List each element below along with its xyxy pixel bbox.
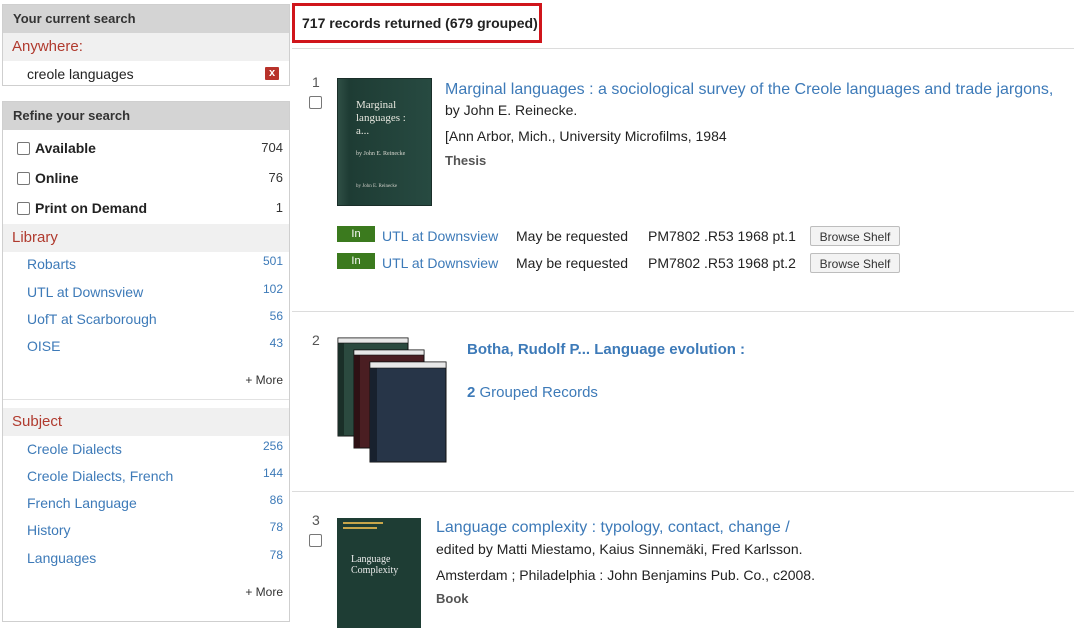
current-search-heading: Your current search: [3, 5, 289, 33]
search-term: creole languages x: [3, 63, 289, 85]
facet-label: Print on Demand: [35, 200, 148, 216]
facet-label[interactable]: OISE: [27, 338, 60, 354]
facet-count: 76: [268, 170, 283, 185]
facet-label: Available: [35, 140, 96, 156]
browse-shelf-button[interactable]: Browse Shelf: [810, 226, 900, 246]
current-search-panel: Your current search Anywhere: creole lan…: [2, 4, 290, 86]
cover-header-lines: [343, 522, 383, 524]
record-select-checkbox[interactable]: [309, 96, 322, 109]
facet-print-on-demand[interactable]: Print on Demand 1: [15, 198, 283, 222]
facet-available[interactable]: Available 704: [15, 138, 283, 162]
facet-count: 102: [262, 282, 283, 296]
record-author: by John E. Reinecke.: [445, 102, 578, 118]
cover-author: by John E. Reinecke: [356, 151, 406, 157]
header-divider: [292, 48, 1074, 49]
subject-more-link[interactable]: + More: [245, 585, 283, 599]
facet-label[interactable]: Creole Dialects, French: [27, 468, 173, 484]
status-badge: In: [337, 253, 375, 269]
record-select-checkbox[interactable]: [309, 534, 322, 547]
library-more-link[interactable]: + More: [245, 373, 283, 387]
facet-library-robarts[interactable]: Robarts 501: [27, 254, 283, 276]
facet-label: Online: [35, 170, 79, 186]
cover-title: Marginal languages : a...: [356, 99, 406, 137]
record-number: 1: [312, 74, 320, 90]
remove-term-icon[interactable]: x: [265, 67, 279, 80]
record-format: Thesis: [445, 153, 487, 168]
facet-library-scarborough[interactable]: UofT at Scarborough 56: [27, 309, 283, 331]
cover-header-lines: [343, 527, 377, 529]
book-cover-image[interactable]: Marginal languages : a... by John E. Rei…: [337, 78, 432, 206]
available-checkbox[interactable]: [17, 142, 30, 155]
refine-panel: Refine your search Available 704 Online …: [2, 101, 290, 622]
holding-call-number: PM7802 .R53 1968 pt.2: [648, 255, 796, 271]
cover-title: Language Complexity: [351, 554, 399, 576]
holding-location-link[interactable]: UTL at Downsview: [382, 255, 498, 271]
book-cover-image[interactable]: Language Complexity: [337, 518, 421, 628]
facet-label[interactable]: UTL at Downsview: [27, 284, 143, 300]
facet-label[interactable]: Robarts: [27, 256, 76, 272]
results-count: 717 records returned (679 grouped): [292, 3, 542, 43]
library-heading: Library: [3, 224, 289, 252]
section-divider: [3, 399, 289, 400]
facet-count: 43: [269, 336, 283, 350]
record-author: edited by Matti Miestamo, Kaius Sinnemäk…: [436, 541, 803, 557]
record-format: Book: [436, 591, 469, 606]
facet-label[interactable]: UofT at Scarborough: [27, 311, 157, 327]
record-number: 2: [312, 332, 320, 348]
holding-location-link[interactable]: UTL at Downsview: [382, 228, 498, 244]
sidebar: Your current search Anywhere: creole lan…: [0, 0, 292, 622]
facet-count: 501: [262, 254, 283, 268]
anywhere-label: Anywhere:: [3, 33, 289, 61]
facet-online[interactable]: Online 76: [15, 168, 283, 192]
facet-count: 1: [275, 200, 283, 215]
grouped-label: Grouped Records: [479, 384, 598, 401]
record-divider: [292, 491, 1074, 492]
online-checkbox[interactable]: [17, 172, 30, 185]
facet-count: 86: [269, 493, 283, 507]
facet-label[interactable]: Creole Dialects: [27, 441, 122, 457]
results-area: 717 records returned (679 grouped) 1 Mar…: [292, 0, 1074, 628]
browse-shelf-button[interactable]: Browse Shelf: [810, 253, 900, 273]
facet-count: 78: [269, 520, 283, 534]
record-title-link[interactable]: Botha, Rudolf P... Language evolution :: [467, 341, 745, 358]
search-term-text: creole languages: [27, 66, 134, 82]
facet-count: 144: [262, 466, 283, 480]
facet-count: 256: [262, 439, 283, 453]
facet-subject-creole-dialects[interactable]: Creole Dialects 256: [27, 439, 283, 461]
holding-note: May be requested: [516, 255, 629, 271]
print-on-demand-checkbox[interactable]: [17, 202, 30, 215]
record-divider: [292, 311, 1074, 312]
status-badge: In: [337, 226, 375, 242]
grouped-records-link[interactable]: 2 Grouped Records: [467, 384, 598, 401]
facet-subject-languages[interactable]: Languages 78: [27, 548, 283, 570]
facet-subject-history[interactable]: History 78: [27, 520, 283, 542]
facet-count: 78: [269, 548, 283, 562]
record-title-link[interactable]: Marginal languages : a sociological surv…: [445, 81, 1053, 99]
record-publication: Amsterdam ; Philadelphia : John Benjamin…: [436, 567, 815, 583]
facet-label[interactable]: Languages: [27, 550, 96, 566]
cover-author-bottom: by John E. Reinecke: [356, 184, 398, 189]
grouped-count: 2: [467, 384, 476, 401]
facet-subject-french-language[interactable]: French Language 86: [27, 493, 283, 515]
holding-call-number: PM7802 .R53 1968 pt.1: [648, 228, 796, 244]
facet-label[interactable]: French Language: [27, 495, 137, 511]
facet-count: 56: [269, 309, 283, 323]
facet-library-downsview[interactable]: UTL at Downsview 102: [27, 282, 283, 304]
holding-note: May be requested: [516, 228, 629, 244]
subject-heading: Subject: [3, 408, 289, 436]
facet-label[interactable]: History: [27, 522, 71, 538]
record-title-link[interactable]: Language complexity : typology, contact,…: [436, 519, 790, 537]
facet-count: 704: [261, 140, 283, 155]
record-publication: [Ann Arbor, Mich., University Microfilms…: [445, 128, 727, 144]
record-number: 3: [312, 512, 320, 528]
grouped-books-icon[interactable]: [336, 336, 454, 466]
facet-subject-creole-french[interactable]: Creole Dialects, French 144: [27, 466, 283, 488]
facet-library-oise[interactable]: OISE 43: [27, 336, 283, 358]
refine-heading: Refine your search: [3, 102, 289, 130]
